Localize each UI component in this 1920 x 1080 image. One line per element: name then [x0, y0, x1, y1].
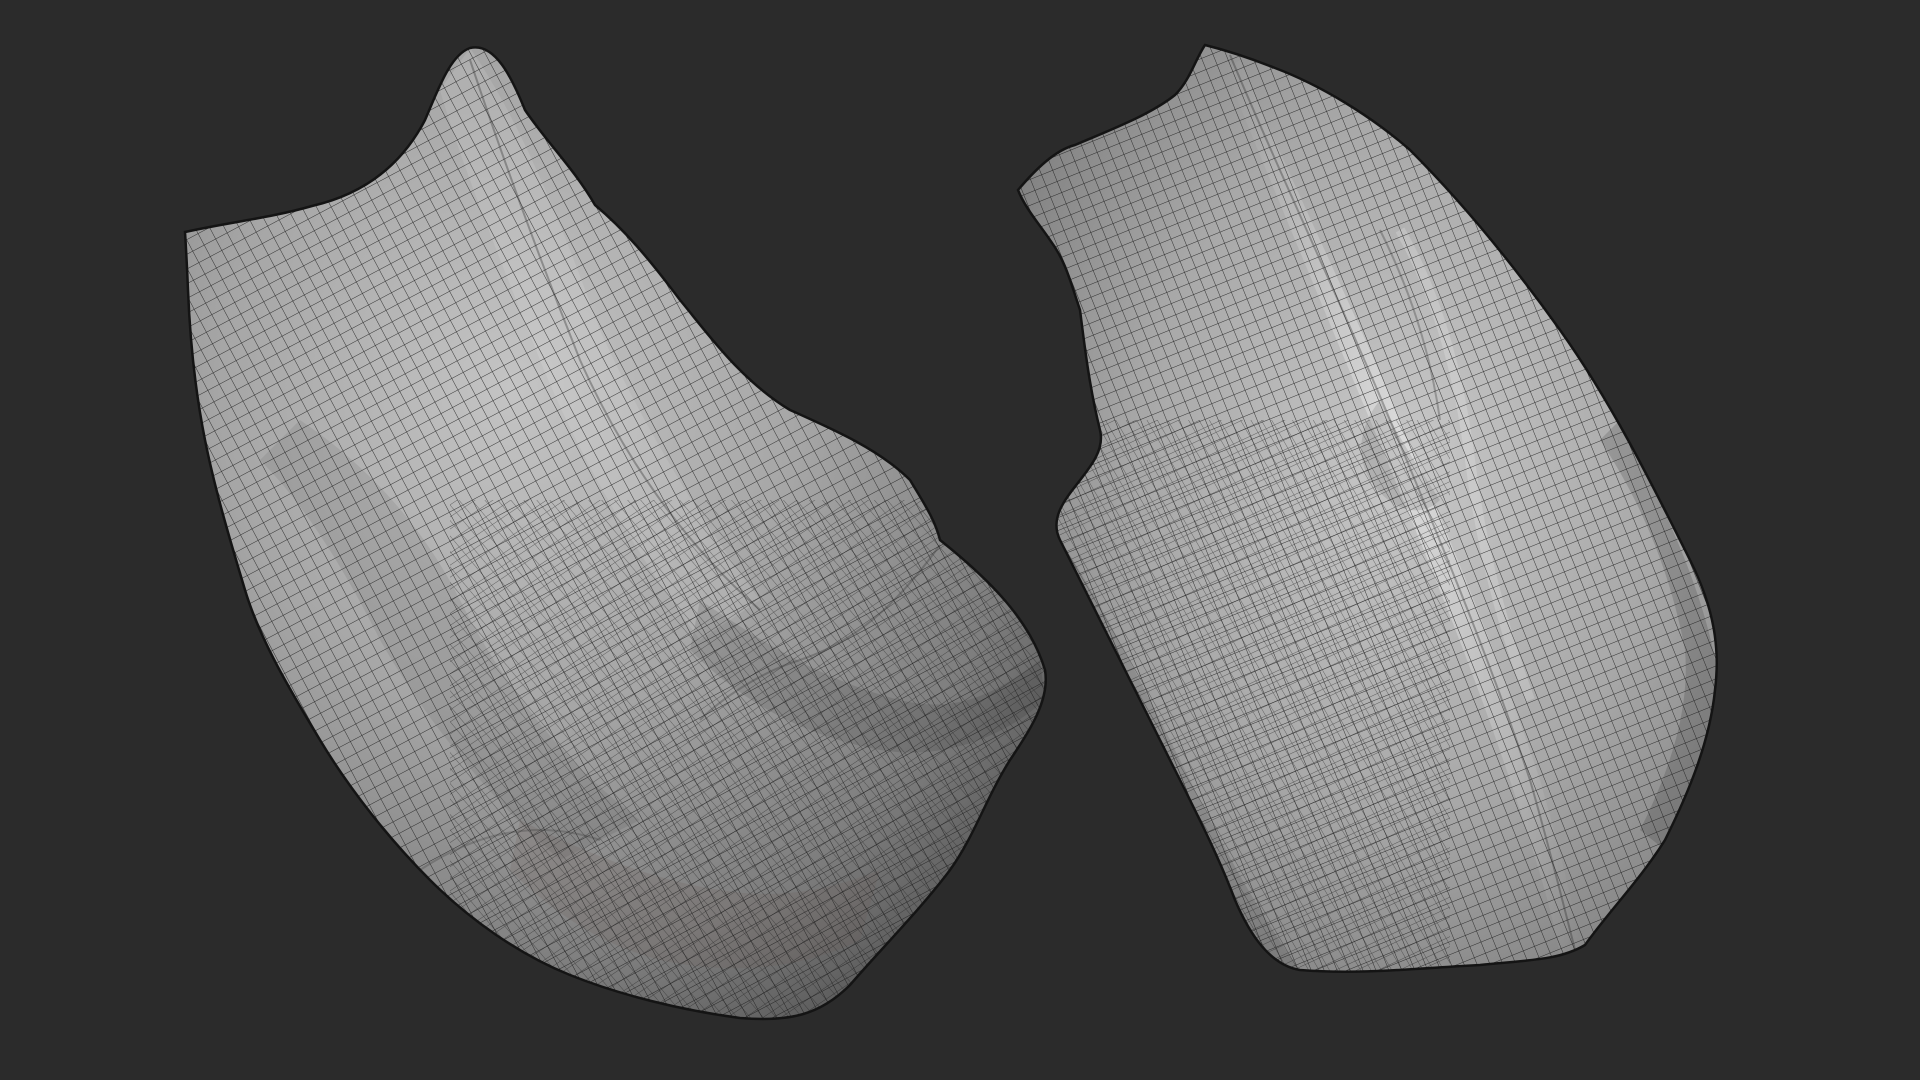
rock-mesh-right[interactable]: [990, 30, 1750, 990]
viewport-canvas: [150, 30, 1750, 1040]
rock-mesh-left[interactable]: [150, 30, 1070, 1040]
3d-viewport[interactable]: [0, 0, 1920, 1080]
